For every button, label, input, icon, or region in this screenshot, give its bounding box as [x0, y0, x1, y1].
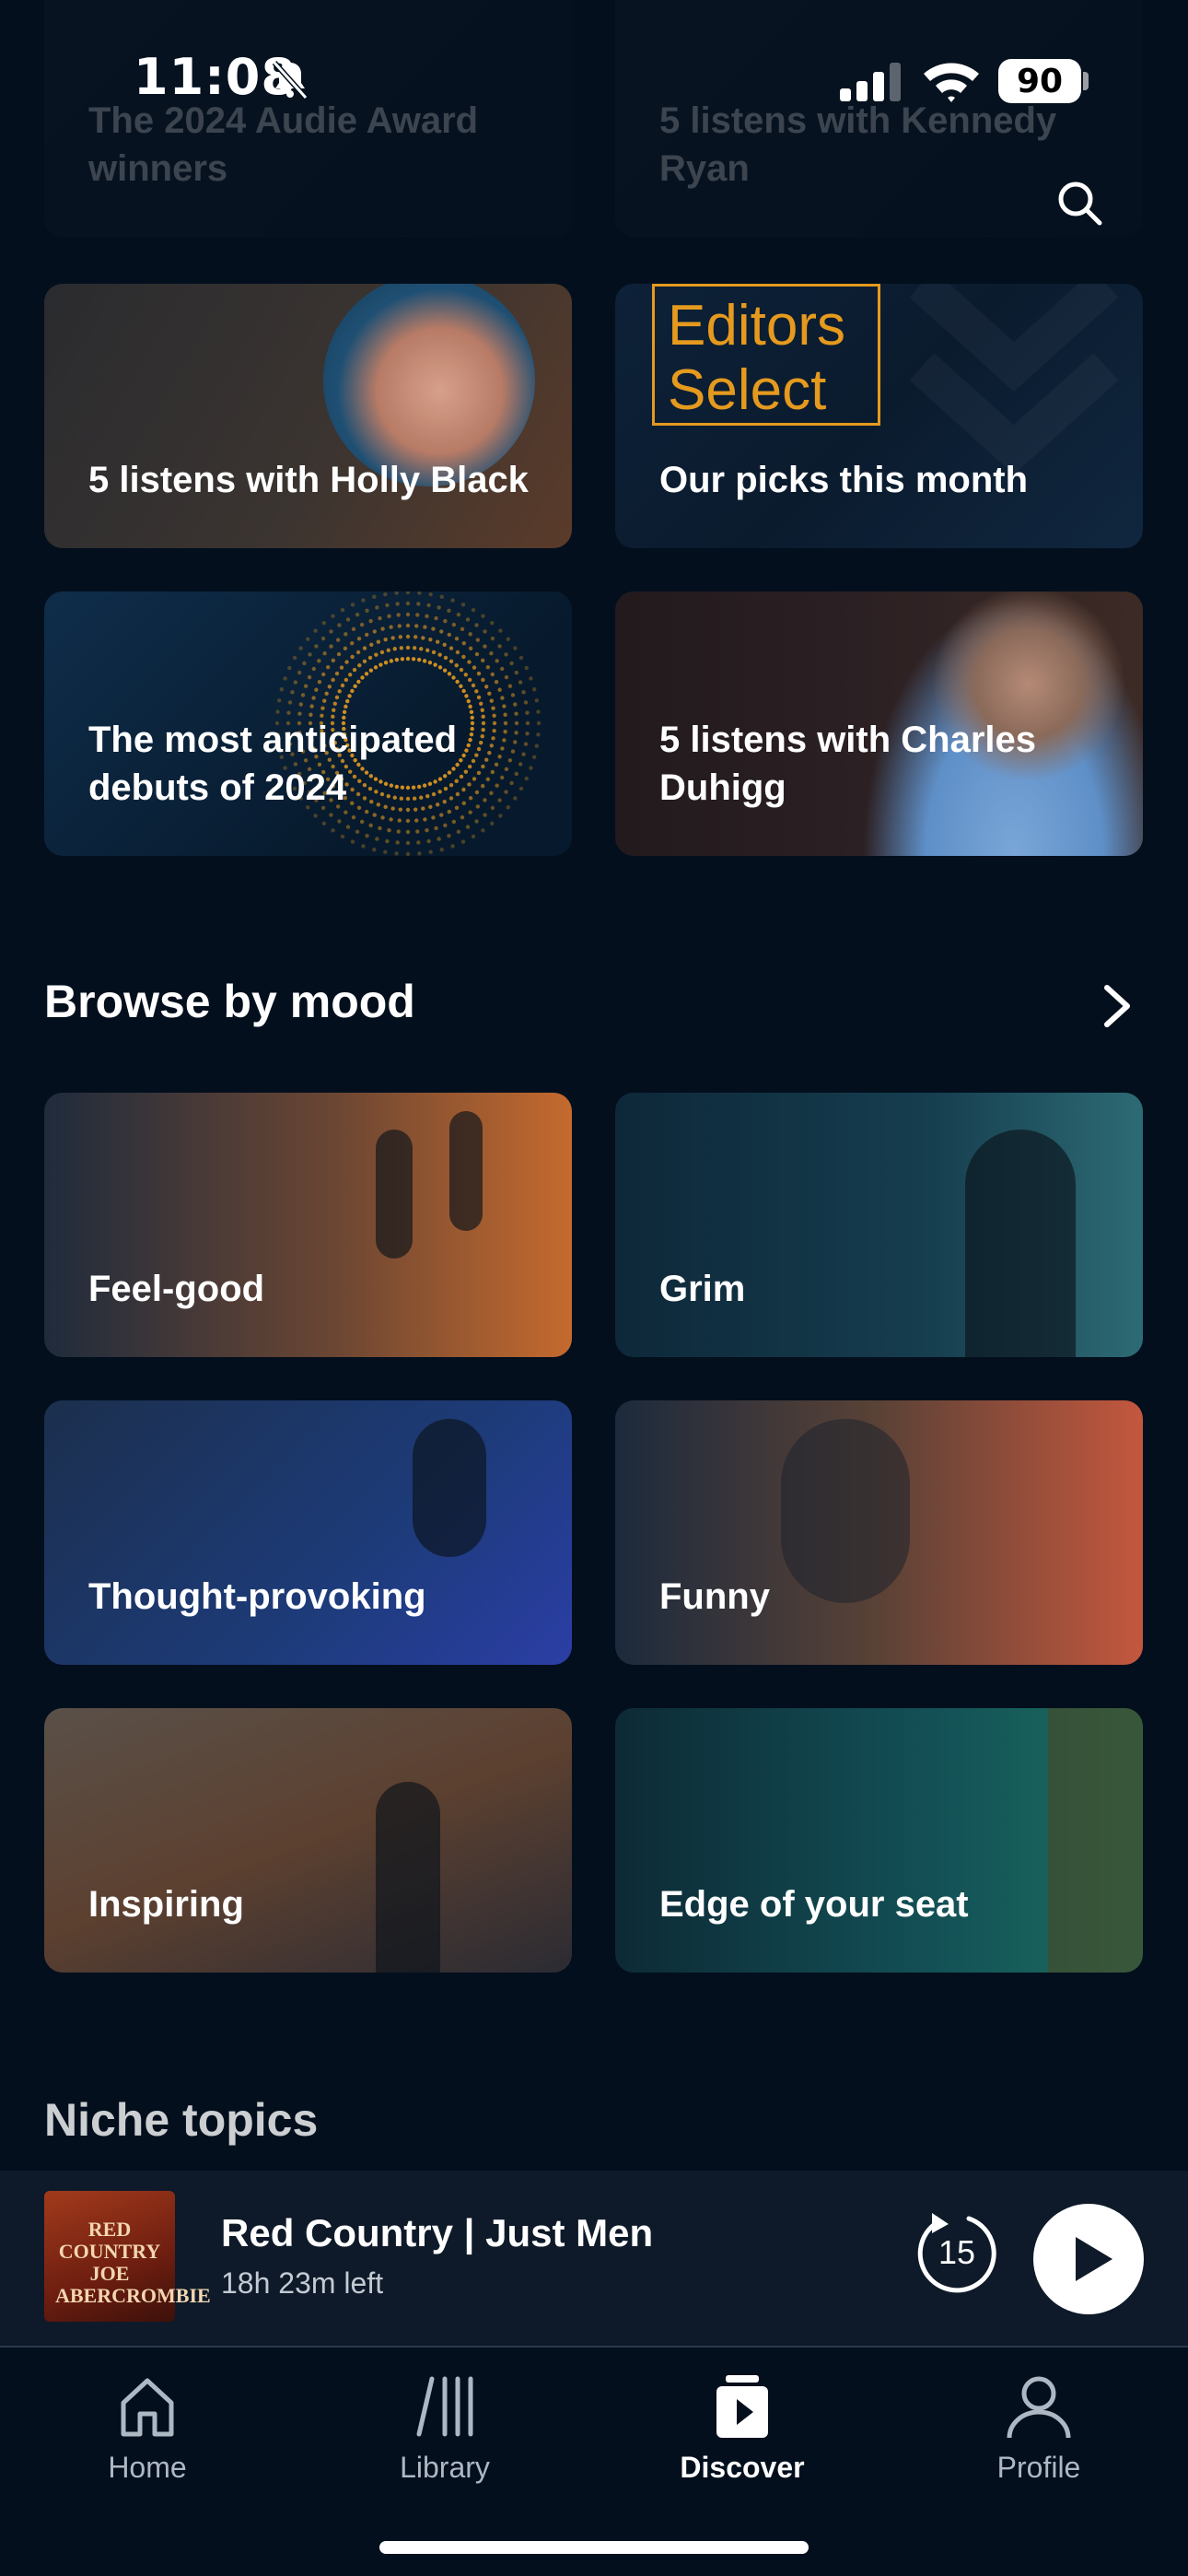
tab-label: Home: [108, 2451, 187, 2484]
featured-card-label: Our picks this month: [659, 460, 1029, 500]
tab-library[interactable]: Library: [344, 2370, 546, 2485]
chevron-pattern: [909, 284, 1119, 474]
bell-slash-icon: [272, 60, 309, 100]
mood-card-thought-provoking[interactable]: Thought-provoking: [44, 1400, 572, 1665]
battery-nub: [1083, 72, 1089, 90]
tab-label: Profile: [996, 2451, 1081, 2484]
runner-silhouette: [449, 1111, 483, 1231]
mood-card-funny[interactable]: Funny: [615, 1400, 1143, 1665]
tab-home[interactable]: Home: [46, 2370, 249, 2485]
cover-text: RED COUNTRY JOE ABERCROMBIE: [55, 2218, 211, 2307]
figure-silhouette: [413, 1419, 486, 1557]
featured-card-charles-duhigg[interactable]: 5 listens with Charles Duhigg: [615, 591, 1143, 856]
chevron-right-icon[interactable]: [1098, 982, 1138, 1030]
hiker-silhouette: [376, 1782, 440, 1973]
library-icon: [416, 2376, 473, 2437]
mood-card-label: Grim: [659, 1269, 746, 1309]
featured-card-anticipated-debuts[interactable]: The most anticipated debuts of 2024: [44, 591, 572, 856]
section-title-browse-by-mood: Browse by mood: [44, 976, 415, 1027]
profile-icon: [1007, 2376, 1071, 2439]
section-title-niche-topics: Niche topics: [44, 2094, 319, 2146]
featured-card-audie[interactable]: The 2024 Audie Award winners: [44, 0, 572, 237]
mood-card-label: Inspiring: [88, 1884, 244, 1925]
tab-discover[interactable]: Discover: [641, 2370, 844, 2485]
mini-player[interactable]: RED COUNTRY JOE ABERCROMBIE Red Country …: [0, 2171, 1188, 2348]
play-icon: [1076, 2237, 1112, 2281]
runner-silhouette: [376, 1130, 413, 1259]
cellular-signal-icon: [840, 63, 901, 101]
home-icon: [121, 2378, 174, 2437]
home-indicator: [379, 2541, 809, 2554]
editors-select-line2: Select: [668, 358, 827, 422]
audiobook-cover: RED COUNTRY JOE ABERCROMBIE: [44, 2191, 211, 2322]
battery-indicator: 90: [998, 59, 1081, 103]
mood-card-edge-of-your-seat[interactable]: Edge of your seat: [615, 1708, 1143, 1973]
play-button[interactable]: [1033, 2204, 1144, 2314]
mood-card-label: Thought-provoking: [88, 1576, 426, 1617]
discover-icon: [716, 2375, 768, 2438]
rewind-seconds: 15: [938, 2233, 976, 2271]
mood-card-label: Edge of your seat: [659, 1884, 969, 1925]
featured-card-label: 5 listens with Charles Duhigg: [659, 720, 1037, 808]
mood-card-grim[interactable]: Grim: [615, 1093, 1143, 1357]
featured-card-label: 5 listens with Kennedy Ryan: [659, 100, 1057, 189]
mood-card-inspiring[interactable]: Inspiring: [44, 1708, 572, 1973]
featured-card-label: 5 listens with Holly Black: [88, 460, 529, 500]
mood-card-label: Funny: [659, 1576, 770, 1617]
editors-select-logo: Editors Select: [652, 284, 880, 426]
now-playing-title: Red Country | Just Men: [221, 2211, 654, 2254]
cliff-face: [1048, 1708, 1143, 1973]
wifi-icon: [924, 63, 979, 102]
now-playing-time-left: 18h 23m left: [221, 2266, 384, 2300]
tab-label: Library: [400, 2451, 490, 2484]
mood-card-feel-good[interactable]: Feel-good: [44, 1093, 572, 1357]
tab-label: Discover: [680, 2451, 805, 2484]
featured-card-holly-black[interactable]: 5 listens with Holly Black: [44, 284, 572, 548]
featured-card-editors-select[interactable]: Editors Select Our picks this month: [615, 284, 1143, 548]
mood-card-label: Feel-good: [88, 1269, 265, 1309]
figure-silhouette: [965, 1130, 1076, 1357]
search-icon[interactable]: [1055, 179, 1103, 227]
editors-select-line1: Editors: [668, 294, 845, 357]
featured-card-label: The most anticipated debuts of 2024: [88, 720, 458, 808]
tab-profile[interactable]: Profile: [938, 2370, 1140, 2485]
featured-card-label: The 2024 Audie Award winners: [88, 100, 479, 189]
